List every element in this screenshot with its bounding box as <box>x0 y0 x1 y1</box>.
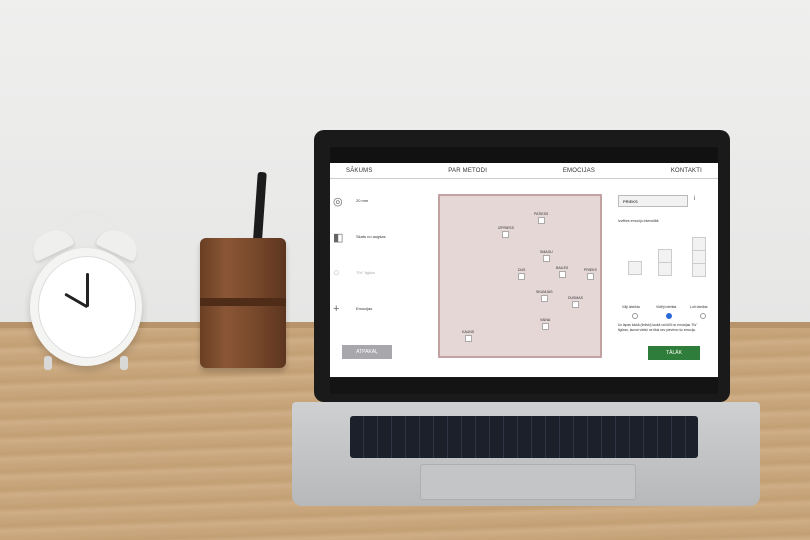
step-label: Skats no augšas <box>356 234 386 239</box>
cube-icon <box>658 249 672 263</box>
clock-minute-hand <box>86 273 89 307</box>
level-radio-medium[interactable] <box>666 313 672 319</box>
emotion-marker[interactable]: PRIEKS <box>584 268 597 280</box>
emotion-marker[interactable]: VAINA <box>540 318 550 330</box>
level-radio-strong[interactable] <box>700 313 706 319</box>
clock-hour-hand <box>64 292 89 309</box>
level-label-strong: Ļoti izteikta <box>690 305 708 309</box>
nav-item-kontakti[interactable]: KONTAKTI <box>671 168 702 174</box>
placement-note: Uz lapas tukšā (lieliski) laukā vai tūlī… <box>618 323 698 332</box>
screen-top-bar <box>330 147 718 163</box>
step-label: "Es" figūra <box>356 270 375 275</box>
pen-holder-groove <box>200 298 286 306</box>
step-top-view[interactable]: ◧ Skats no augšas <box>330 229 430 265</box>
cube-icon <box>692 263 706 277</box>
step-label: Emocijas <box>356 306 373 311</box>
cube-icon <box>658 262 672 276</box>
emotion-marker[interactable]: SKUMJAS <box>536 290 553 302</box>
emotion-marker[interactable]: BAILES <box>556 266 568 278</box>
next-button[interactable]: TĀLĀK <box>648 346 700 360</box>
screen-bottom-bar <box>330 378 718 394</box>
step-emotions[interactable]: + Emocijas <box>330 301 430 337</box>
step-self-figure[interactable]: ○ "Es" figūra <box>330 265 430 301</box>
clock-leg-right <box>120 356 128 370</box>
emotion-marker[interactable]: KAUNS <box>462 330 474 342</box>
clock-face <box>38 256 136 358</box>
level-label-weak: Vāji izteikta <box>622 305 640 309</box>
nav-item-sakums[interactable]: SĀKUMS <box>346 168 373 174</box>
cube-icon <box>692 250 706 264</box>
emotion-marker[interactable]: PATIESS <box>534 212 548 224</box>
emotion-select[interactable]: PRIEKS <box>618 195 688 207</box>
emotion-canvas[interactable]: PATIESS IZPRIESS SMAGU BAILES PRIEKS DUS… <box>438 194 602 358</box>
square-icon: ◧ <box>333 232 344 244</box>
figure-icon: ○ <box>333 267 340 279</box>
top-navigation: SĀKUMS PAR METODI EMOCIJAS KONTAKTI <box>330 163 718 179</box>
back-button[interactable]: ATPAKAĻ <box>342 345 392 359</box>
nav-item-emocijas[interactable]: EMOCIJAS <box>563 168 595 174</box>
emotion-marker[interactable]: DUS <box>518 268 525 280</box>
emotion-marker[interactable]: SMAGU <box>540 250 553 262</box>
alarm-clock <box>30 248 142 366</box>
step-distance[interactable]: ◎ 20 mm <box>330 193 430 229</box>
clock-leg-left <box>44 356 52 370</box>
level-label-medium: Vidēji izteikta <box>656 305 677 309</box>
cube-icon <box>628 261 642 275</box>
step-sidebar: ◎ 20 mm ◧ Skats no augšas ○ "Es" figūra … <box>330 193 430 337</box>
emotion-marker[interactable]: IZPRIESS <box>498 226 514 238</box>
step-label: 20 mm <box>356 198 369 203</box>
distance-icon: ◎ <box>333 196 343 208</box>
emotion-marker[interactable]: DUSMAS <box>568 296 583 308</box>
plus-icon: + <box>333 303 340 315</box>
intensity-instruction: Izvēlies emociju intensitāti <box>618 219 659 223</box>
cube-icon <box>692 237 706 251</box>
trackpad <box>420 464 636 500</box>
nav-item-par-metodi[interactable]: PAR METODI <box>448 168 487 174</box>
laptop-screen: SĀKUMS PAR METODI EMOCIJAS KONTAKTI ◎ 20… <box>330 163 718 377</box>
level-radio-weak[interactable] <box>632 313 638 319</box>
info-icon[interactable]: i <box>694 196 695 202</box>
keyboard <box>350 416 698 458</box>
